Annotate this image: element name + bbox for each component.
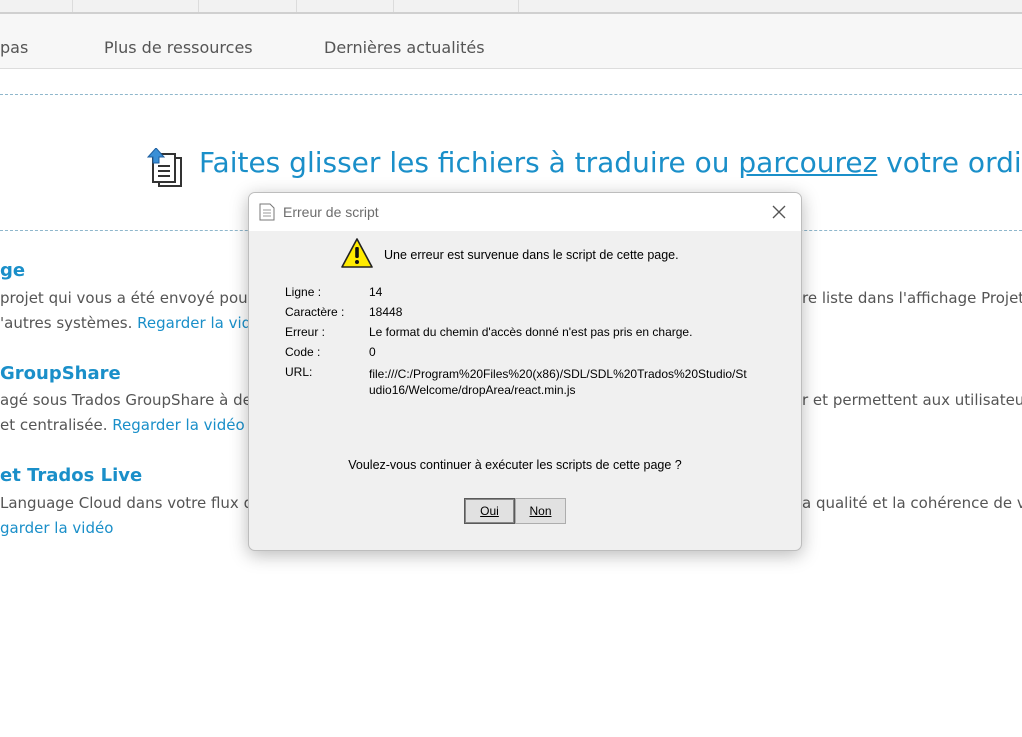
tab-divider xyxy=(518,0,519,12)
section-text: Language Cloud dans votre flux de xyxy=(0,494,263,512)
tab-premiers-pas[interactable]: pas xyxy=(0,38,28,57)
section-text: a qualité et la cohérence de vot xyxy=(802,494,1022,512)
continue-question: Voulez-vous continuer à exécuter les scr… xyxy=(348,458,682,472)
field-value-code: 0 xyxy=(369,345,376,359)
drop-text-before: Faites glisser les fichiers à traduire o… xyxy=(199,146,739,179)
error-message: Une erreur est survenue dans le script d… xyxy=(384,248,679,262)
drop-area-title: Faites glisser les fichiers à traduire o… xyxy=(199,146,1022,179)
section-text: re liste dans l'affichage Projets. xyxy=(802,289,1022,307)
field-label-line: Ligne : xyxy=(285,285,322,299)
field-value-character: 18448 xyxy=(369,305,403,319)
section-text: r et permettent aux utilisateurs xyxy=(802,391,1022,409)
section-heading-groupshare: GroupShare xyxy=(0,363,121,384)
section-text: garder la vidéo xyxy=(0,519,113,537)
yes-button[interactable]: Oui xyxy=(464,498,515,524)
tab-divider xyxy=(296,0,297,12)
top-tab-strip xyxy=(0,0,1022,14)
section-heading-tradoslive: et Trados Live xyxy=(0,465,143,486)
drop-area-top-border xyxy=(0,94,1022,95)
field-label-code: Code : xyxy=(285,345,321,359)
field-label-url: URL: xyxy=(285,365,313,379)
section-text: 'autres systèmes. Regarder la vidéo xyxy=(0,314,270,332)
section-text: agé sous Trados GroupShare à des xyxy=(0,391,260,409)
section-text: projet qui vous a été envoyé pour xyxy=(0,289,254,307)
script-error-dialog: Erreur de script Une erreur est survenue… xyxy=(248,192,802,551)
no-button[interactable]: Non xyxy=(515,498,566,524)
field-value-line: 14 xyxy=(369,285,383,299)
tab-plus-de-ressources[interactable]: Plus de ressources xyxy=(104,38,253,57)
field-value-error: Le format du chemin d'accès donné n'est … xyxy=(369,325,693,339)
close-icon[interactable] xyxy=(767,201,791,223)
browse-link[interactable]: parcourez xyxy=(738,146,877,179)
tab-divider xyxy=(198,0,199,12)
section-heading-package: ge xyxy=(0,260,26,281)
tab-divider xyxy=(393,0,394,12)
tab-divider xyxy=(72,0,73,12)
warning-icon xyxy=(340,237,374,269)
section-text-part: 'autres systèmes. xyxy=(0,314,138,332)
document-icon xyxy=(259,203,275,221)
upload-document-icon xyxy=(145,147,187,188)
field-label-error: Erreur : xyxy=(285,325,326,339)
drop-text-after: votre ordina xyxy=(886,146,1022,179)
dialog-titlebar[interactable]: Erreur de script xyxy=(249,193,801,231)
watch-video-link[interactable]: garder la vidéo xyxy=(0,519,113,537)
watch-video-link[interactable]: Regarder la vidéo xyxy=(112,416,244,434)
field-label-character: Caractère : xyxy=(285,305,345,319)
dialog-title: Erreur de script xyxy=(283,204,379,220)
section-text: et centralisée. Regarder la vidéo xyxy=(0,416,245,434)
tab-dernieres-actualites[interactable]: Dernières actualités xyxy=(324,38,485,57)
welcome-nav-bar: pas Plus de ressources Dernières actuali… xyxy=(0,14,1022,69)
section-text-part: et centralisée. xyxy=(0,416,113,434)
field-value-url: file:///C:/Program%20Files%20(x86)/SDL/S… xyxy=(369,367,747,397)
